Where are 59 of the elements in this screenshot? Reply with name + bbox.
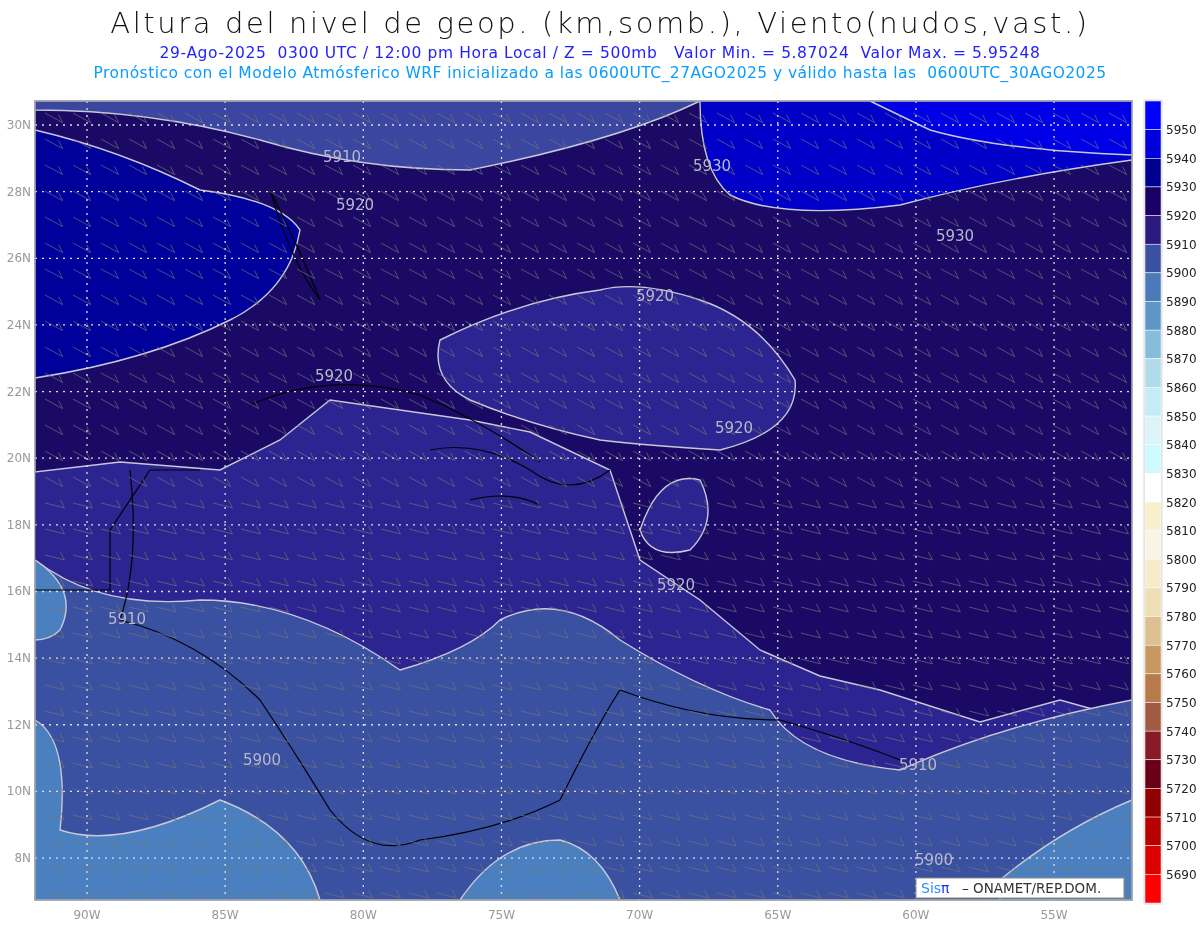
colorbar-label: 5810 [1166, 524, 1197, 539]
contour-label: 5920 [714, 419, 754, 437]
brand-logo: Sisπ [921, 880, 950, 896]
colorbar-label: 5730 [1166, 753, 1197, 768]
colorbar-label: 5840 [1166, 438, 1197, 453]
longitude-label: 75W [487, 908, 515, 922]
colorbar-label: 5860 [1166, 380, 1197, 395]
colorbar-label: 5870 [1166, 352, 1197, 367]
colorbar-label: 5790 [1166, 581, 1197, 596]
colorbar-label: 5760 [1166, 667, 1197, 682]
latitude-label: 8N [14, 851, 31, 866]
colorbar-label: 5920 [1166, 209, 1197, 224]
colorbar-label: 5720 [1166, 781, 1197, 796]
latitude-label: 22N [6, 384, 31, 399]
colorbar-label: 5890 [1166, 295, 1197, 309]
latitude-label: 18N [6, 517, 31, 532]
colorbar-label: 5710 [1166, 810, 1197, 825]
latitude-label: 20N [6, 451, 31, 466]
colorbar-label: 5800 [1166, 552, 1197, 567]
chart-subtitle: 29-Ago-2025 0300 UTC / 12:00 pm Hora Local / Z = 500mb Valor Min. = 5.87024 Valor Max. = 5.95248 [159, 43, 1041, 63]
colorbar-label: 5750 [1166, 696, 1197, 710]
latitude-label: 10N [6, 784, 31, 799]
latitude-label: 24N [6, 317, 31, 332]
longitude-label: 60W [902, 908, 930, 922]
latitude-label: 12N [6, 717, 31, 732]
colorbar-label: 5830 [1166, 466, 1197, 481]
colorbar-label: 5690 [1166, 867, 1197, 882]
latitude-label: 28N [6, 184, 31, 199]
colorbar-label: 5900 [1166, 266, 1197, 281]
contour-label: 5920 [335, 196, 375, 214]
longitude-label: 90W [73, 908, 101, 922]
colorbar-label: 5770 [1166, 638, 1197, 653]
longitude-label: 85W [211, 908, 239, 922]
contour-label: 5900 [242, 751, 282, 769]
colorbar-label: 5850 [1166, 409, 1197, 424]
longitude-label: 65W [764, 908, 792, 922]
contour-label: 5920 [635, 287, 675, 305]
colorbar-label: 5930 [1166, 180, 1197, 195]
contour-label: 5920 [314, 367, 354, 385]
colorbar-label: 5820 [1166, 495, 1197, 510]
colorbar-label: 5940 [1166, 151, 1197, 166]
colorbar-label: 5700 [1166, 839, 1197, 854]
latitude-label: 30N [6, 118, 31, 132]
latitude-label: 14N [6, 651, 31, 666]
colorbar-label: 5740 [1166, 724, 1197, 739]
colorbar-label: 5910 [1166, 237, 1197, 252]
credit-text: – ONAMET/REP.DOM. [962, 880, 1102, 896]
chart-title: Altura del nivel de geop. (km,somb.), Viento(nudos,vast.) [110, 5, 1090, 42]
contour-label: 5930 [935, 227, 975, 245]
colorbar-label: 5880 [1166, 323, 1197, 338]
forecast-note: Pronóstico con el Modelo Atmósferico WRF inicializado a las 0600UTC_27AGO2025 y válido hasta las 0600UTC_30AGO2025 [93, 63, 1107, 83]
contour-label: 5900 [914, 851, 954, 869]
longitude-label: 55W [1040, 908, 1068, 922]
latitude-label: 16N [6, 584, 31, 599]
longitude-label: 80W [349, 908, 377, 922]
latitude-label: 26N [6, 251, 31, 266]
longitude-label: 70W [626, 908, 654, 922]
colorbar-label: 5780 [1166, 610, 1197, 625]
colorbar-label: 5950 [1166, 123, 1197, 138]
